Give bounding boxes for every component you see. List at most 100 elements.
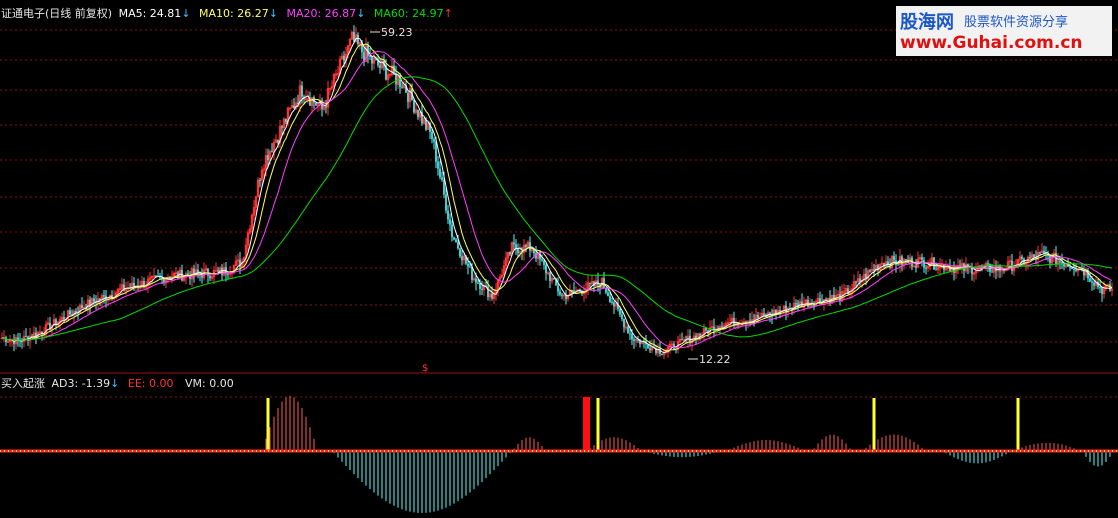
candle-body xyxy=(1093,282,1095,286)
candle-body xyxy=(545,264,547,274)
candle-body xyxy=(81,305,83,309)
candle-body xyxy=(443,179,445,195)
indicator-title: 买入起涨 xyxy=(1,377,45,390)
candle-body xyxy=(449,219,451,225)
candle-body xyxy=(1029,257,1031,259)
candle-body xyxy=(267,155,269,161)
vm-label: VM: 0.00 xyxy=(185,377,234,390)
candle-body xyxy=(1049,255,1051,263)
watermark-tagline: 股票软件资源分享 xyxy=(964,15,1069,30)
ee-label: EE: 0.00 xyxy=(127,377,174,390)
candle-body xyxy=(509,252,511,255)
candle-body xyxy=(869,270,871,272)
candle-body xyxy=(609,296,611,302)
candle-body xyxy=(613,302,615,307)
stock-title: 证通电子(日线 前复权) xyxy=(1,7,113,20)
candle-body xyxy=(357,34,359,44)
ma5-label: MA5: 24.81 xyxy=(118,7,182,20)
candle-body xyxy=(93,298,95,302)
candle-body xyxy=(209,275,211,279)
candle-body xyxy=(721,326,723,328)
watermark-site-name: 股海网 xyxy=(900,12,954,33)
candle-body xyxy=(259,180,261,182)
candle-body xyxy=(1069,266,1071,268)
candle-body xyxy=(371,56,373,64)
candle-body xyxy=(277,139,279,143)
candle-body xyxy=(1101,287,1103,294)
candle-body xyxy=(541,259,543,261)
candle-body xyxy=(413,100,415,113)
candle-body xyxy=(915,265,917,268)
candle-body xyxy=(559,291,561,295)
candle-body xyxy=(525,245,527,247)
candle-body xyxy=(457,242,459,249)
candle-body xyxy=(271,151,273,153)
candle-body xyxy=(897,264,899,266)
candle-body xyxy=(819,298,821,302)
candle-body xyxy=(1099,287,1101,289)
candle-body xyxy=(369,56,371,58)
candle-body xyxy=(533,249,535,254)
candle-body xyxy=(779,310,781,312)
watermark-url: www.Guhai.com.cn xyxy=(900,33,1083,53)
candle-body xyxy=(285,119,287,123)
candle-body xyxy=(75,311,77,313)
candle-body xyxy=(661,353,663,355)
candle-body xyxy=(603,278,605,288)
candle-body xyxy=(573,290,575,292)
buy-signal-bar-0 xyxy=(266,398,270,451)
candle-body xyxy=(455,239,457,243)
candle-body xyxy=(1109,284,1111,291)
candle-body xyxy=(467,263,469,267)
candle-body xyxy=(557,285,559,292)
ma5-arrow: ↓ xyxy=(181,7,191,20)
candle-body xyxy=(433,139,435,142)
candle-body xyxy=(611,301,613,303)
candle-body xyxy=(343,56,345,61)
candle-body xyxy=(69,310,71,315)
candle-body xyxy=(461,256,463,261)
candle-body xyxy=(301,85,303,97)
watermark-logo: 股海网 股票软件资源分享 www.Guhai.com.cn xyxy=(896,6,1112,56)
high-price-label: 59.23 xyxy=(381,26,413,39)
candle-body xyxy=(481,288,483,290)
chart-header: 证通电子(日线 前复权) MA5: 24.81↓ MA10: 26.27↓ MA… xyxy=(1,7,453,21)
candle-body xyxy=(589,282,591,284)
candle-body xyxy=(401,86,403,88)
candle-body xyxy=(379,65,381,68)
candle-body xyxy=(25,336,27,338)
buy-signal-bar-2 xyxy=(872,398,876,451)
candle-body xyxy=(475,278,477,283)
candle-body xyxy=(133,283,135,287)
candle-body xyxy=(855,281,857,283)
candle-body xyxy=(281,126,283,128)
candle-body xyxy=(873,269,875,271)
candle-body xyxy=(439,168,441,178)
candle-body xyxy=(453,237,455,240)
candle-body xyxy=(437,161,439,169)
candle-body xyxy=(649,348,651,351)
candle-body xyxy=(447,210,449,220)
candle-body xyxy=(395,73,397,85)
candle-body xyxy=(633,339,635,341)
candle-body xyxy=(1021,256,1023,259)
candle-body xyxy=(451,224,453,238)
candle-body xyxy=(923,259,925,268)
candle-body xyxy=(1075,269,1077,271)
candle-body xyxy=(925,267,927,269)
candle-body xyxy=(1039,252,1041,254)
candle-body xyxy=(623,318,625,328)
candle-body xyxy=(103,295,105,297)
candle-body xyxy=(63,317,65,320)
candle-body xyxy=(619,308,621,315)
candle-body xyxy=(1043,250,1045,253)
indicator-header: 买入起涨 AD3: -1.39↓ EE: 0.00 VM: 0.00 xyxy=(1,377,234,391)
candle-body xyxy=(757,315,759,319)
candle-body xyxy=(293,105,295,109)
ma10-arrow: ↓ xyxy=(268,7,278,20)
candle-body xyxy=(445,194,447,211)
candle-body xyxy=(353,32,355,42)
candle-body xyxy=(1073,269,1075,271)
candle-body xyxy=(921,257,923,260)
candle-body xyxy=(627,327,629,334)
